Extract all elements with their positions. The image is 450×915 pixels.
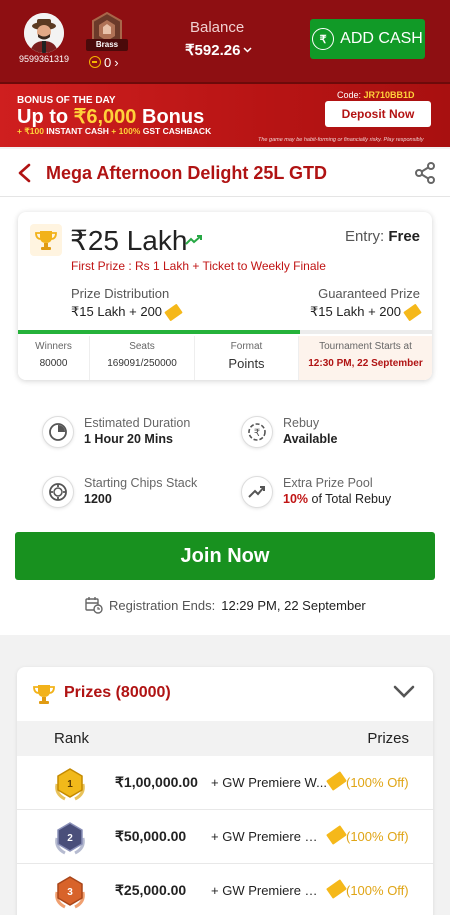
chevron-down-icon — [243, 47, 252, 53]
info-rebuy: ₹ Rebuy Available — [241, 416, 337, 448]
coin-icon — [89, 56, 101, 68]
add-cash-button[interactable]: ₹ ADD CASH — [310, 19, 425, 59]
ticket-icon — [326, 879, 347, 899]
page-title: Mega Afternoon Delight 25L GTD — [46, 163, 328, 183]
col-rank: Rank — [54, 730, 90, 747]
top-bar: 9599361319 Brass 0 › Balance ₹592.26 ₹ A… — [0, 0, 450, 82]
info-extra-prize: Extra Prize Pool 10% of Total Rebuy — [241, 476, 391, 508]
prizes-column-header: Rank Prizes — [17, 721, 433, 756]
stat-seats: Seats 169091/250000 — [90, 336, 195, 380]
svg-text:2: 2 — [67, 833, 73, 844]
ticket-icon — [164, 303, 183, 321]
stat-start-time: Tournament Starts at 12:30 PM, 22 Septem… — [299, 336, 432, 380]
ticket-icon — [326, 825, 347, 845]
prize-row: 2 ₹50,000.00 + GW Premiere Wee... (100% … — [17, 810, 433, 864]
prize-description: + GW Premiere Wee... — [211, 829, 327, 844]
tournament-stats: Winners 80000 Seats 169091/250000 Format… — [18, 336, 432, 380]
prize-discount: (100% Off) — [346, 883, 409, 898]
rupee-plus-icon: ₹ — [312, 28, 335, 50]
stat-format: Format Points — [195, 336, 299, 380]
first-prize-text: First Prize : Rs 1 Lakh + Ticket to Week… — [71, 259, 326, 273]
ticket-icon — [326, 771, 347, 791]
prize-discount: (100% Off) — [346, 829, 409, 844]
share-icon[interactable] — [414, 162, 436, 184]
registration-ends: Registration Ends: 12:29 PM, 22 Septembe… — [85, 596, 366, 614]
join-now-button[interactable]: Join Now — [15, 532, 435, 580]
prize-description: + GW Premiere Wee... — [211, 883, 327, 898]
info-chips: Starting Chips Stack 1200 — [42, 476, 197, 508]
prize-row: 3 ₹25,000.00 + GW Premiere Wee... (100% … — [17, 864, 433, 915]
prizes-header[interactable]: Prizes (80000) — [17, 667, 433, 721]
prize-distribution-value[interactable]: ₹15 Lakh + 200 — [71, 303, 183, 321]
back-arrow-icon[interactable] — [15, 162, 35, 184]
balance-label: Balance — [190, 19, 245, 36]
prizes-panel: Prizes (80000) Rank Prizes 1 ₹1,00,000.0… — [17, 667, 433, 915]
banner-disclaimer: The game may be habit-forming or financi… — [258, 137, 424, 143]
ticket-icon — [403, 303, 422, 321]
medal-silver-icon: 2 — [55, 822, 85, 855]
calendar-clock-icon — [85, 597, 103, 614]
trophy-icon — [33, 685, 55, 704]
stat-winners: Winners 80000 — [18, 336, 90, 380]
trending-up-icon — [185, 235, 202, 245]
trending-up-icon — [241, 476, 273, 508]
guaranteed-prize-value: ₹15 Lakh + 200 — [310, 303, 422, 321]
user-phone: 9599361319 — [18, 54, 70, 64]
trophy-icon — [30, 224, 62, 256]
promo-code: Code: JR710BB1D — [337, 90, 415, 100]
banner-subtitle: + ₹100 INSTANT CASH + 100% GST CASHBACK — [17, 126, 212, 136]
svg-text:₹: ₹ — [254, 428, 260, 439]
chevron-right-icon: › — [114, 54, 119, 70]
balance-amount: ₹592.26 — [185, 42, 241, 59]
prize-distribution-label: Prize Distribution — [71, 286, 170, 301]
chevron-down-icon[interactable] — [393, 684, 415, 700]
balance-value[interactable]: ₹592.26 — [185, 41, 252, 59]
clock-icon — [42, 416, 74, 448]
chip-icon — [42, 476, 74, 508]
coin-count: 0 — [104, 54, 112, 70]
tournament-card: ₹25 Lakh Entry: Free First Prize : Rs 1 … — [18, 212, 432, 380]
col-prizes: Prizes — [367, 730, 409, 747]
prize-discount: (100% Off) — [346, 775, 409, 790]
medal-bronze-icon: 3 — [55, 876, 85, 909]
entry-fee: Entry: Free — [344, 228, 420, 245]
seats-progress-fill — [18, 330, 300, 334]
prize-amount: ₹1,00,000.00 — [115, 774, 198, 790]
prize-description: + GW Premiere W... — [211, 775, 327, 790]
prize-row: 1 ₹1,00,000.00 + GW Premiere W... (100% … — [17, 756, 433, 810]
svg-text:3: 3 — [67, 887, 73, 898]
title-bar: Mega Afternoon Delight 25L GTD — [0, 149, 450, 197]
info-duration: Estimated Duration 1 Hour 20 Mins — [42, 416, 190, 448]
rebuy-icon: ₹ — [241, 416, 273, 448]
add-cash-label: ADD CASH — [340, 30, 423, 47]
deposit-now-button[interactable]: Deposit Now — [325, 101, 431, 127]
prize-amount: ₹50,000.00 — [115, 828, 187, 844]
medal-gold-icon: 1 — [55, 768, 85, 801]
avatar[interactable] — [24, 13, 64, 53]
prizes-title: Prizes (80000) — [64, 684, 171, 701]
guaranteed-prize-label: Guaranteed Prize — [318, 286, 420, 301]
prize-pool-amount: ₹25 Lakh — [70, 225, 188, 256]
seats-progress-bar — [18, 330, 432, 334]
promo-banner[interactable]: BONUS OF THE DAY Up to ₹6,000 Bonus + ₹1… — [0, 82, 450, 147]
rank-label: Brass — [86, 39, 128, 51]
coin-balance[interactable]: 0 › — [89, 54, 119, 70]
svg-text:1: 1 — [67, 779, 73, 790]
prize-amount: ₹25,000.00 — [115, 882, 187, 898]
